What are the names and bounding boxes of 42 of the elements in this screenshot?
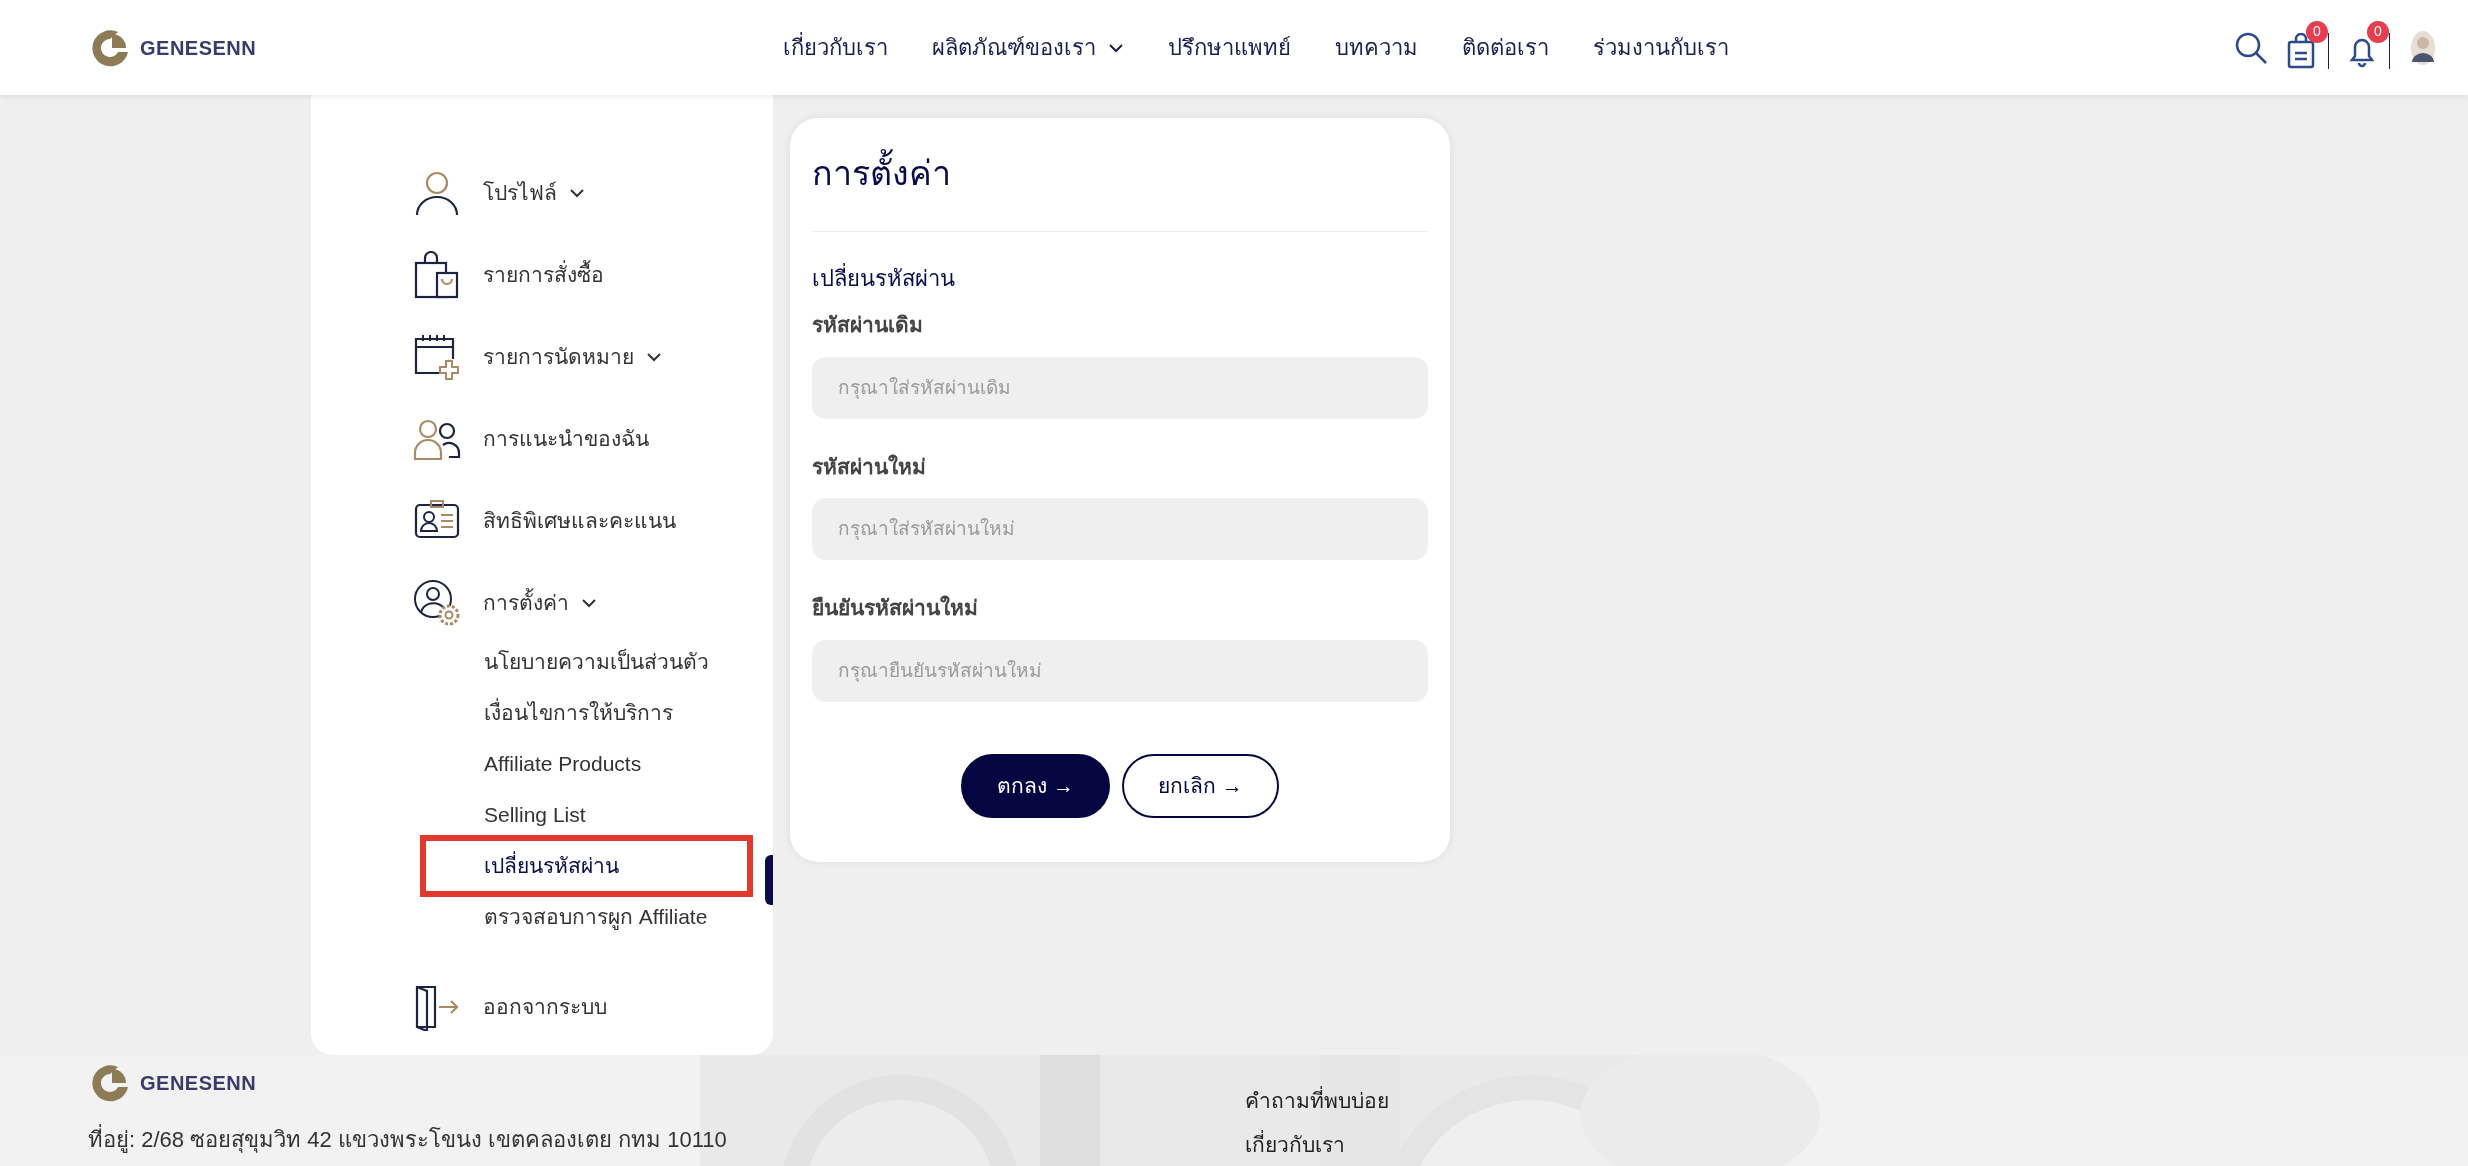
field-label: รหัสผ่านเดิม: [812, 312, 924, 338]
sidebar-item[interactable]: รายการนัดหมาย: [311, 316, 773, 398]
sidebar-item[interactable]: การแนะนำของฉัน: [311, 398, 773, 480]
nav-link[interactable]: บทความ: [1335, 31, 1418, 64]
avatar-icon[interactable]: [2408, 29, 2438, 66]
sidebar-item[interactable]: รายการสั่งซื้อ: [311, 234, 773, 316]
logout-icon: [413, 983, 461, 1031]
logo-text: GENESENN: [140, 35, 257, 61]
card-title: การตั้งค่า: [812, 148, 1428, 232]
active-indicator: [765, 855, 773, 905]
cancel-button[interactable]: ยกเลิก →: [1122, 753, 1279, 818]
field-label: รหัสผ่านใหม่: [812, 453, 927, 480]
cart-badge: 0: [2306, 20, 2328, 43]
nav-link[interactable]: เกี่ยวกับเรา: [783, 31, 888, 64]
submenu-item[interactable]: Selling List: [311, 789, 773, 840]
nav-link[interactable]: ปรึกษาแพทย์: [1168, 31, 1291, 64]
sidebar-item[interactable]: โปรไฟล์: [311, 152, 773, 234]
password-field[interactable]: กรุณาใส่รหัสผ่านเดิม: [812, 356, 1428, 419]
user-settings-icon: [413, 579, 461, 627]
password-field[interactable]: กรุณาใส่รหัสผ่านใหม่: [812, 498, 1428, 560]
section-title: เปลี่ยนรหัสผ่าน: [812, 262, 1428, 295]
logo-text: GENESENN: [140, 1071, 257, 1096]
submenu-item[interactable]: Affiliate Products: [311, 738, 773, 789]
calendar-plus-icon: [413, 333, 461, 381]
field-label: ยืนยันรหัสผ่านใหม่: [812, 594, 979, 621]
footer-link[interactable]: คำถามที่พบบ่อย: [1245, 1085, 1389, 1117]
ok-button[interactable]: ตกลง →: [961, 753, 1110, 818]
nav-link[interactable]: ผลิตภัณฑ์ของเรา: [932, 31, 1124, 64]
search-icon[interactable]: [2234, 30, 2268, 65]
sidebar-item[interactable]: สิทธิพิเศษและคะแนน: [311, 480, 773, 562]
address-text: ที่อยู่: 2/68 ซอยสุขุมวิท 42 แขวงพระโขนง เขตคลองเตย กทม 10110: [88, 1123, 1245, 1156]
notification-badge: 0: [2367, 20, 2389, 43]
submenu-item[interactable]: เปลี่ยนรหัสผ่าน: [311, 840, 773, 891]
shopping-bag-icon: [413, 251, 461, 299]
user-icon: [413, 169, 461, 217]
password-field[interactable]: กรุณายืนยันรหัสผ่านใหม่: [812, 639, 1428, 702]
sidebar-item[interactable]: ออกจากระบบ: [311, 966, 773, 1048]
footer-link[interactable]: เกี่ยวกับเรา: [1245, 1128, 1389, 1160]
submenu-item[interactable]: ตรวจสอบการผูก Affiliate: [311, 891, 773, 942]
submenu-item[interactable]: เงื่อนไขการให้บริการ: [311, 687, 773, 738]
nav-link[interactable]: ร่วมงานกับเรา: [1593, 31, 1729, 64]
nav-link[interactable]: ติดต่อเรา: [1462, 31, 1549, 64]
